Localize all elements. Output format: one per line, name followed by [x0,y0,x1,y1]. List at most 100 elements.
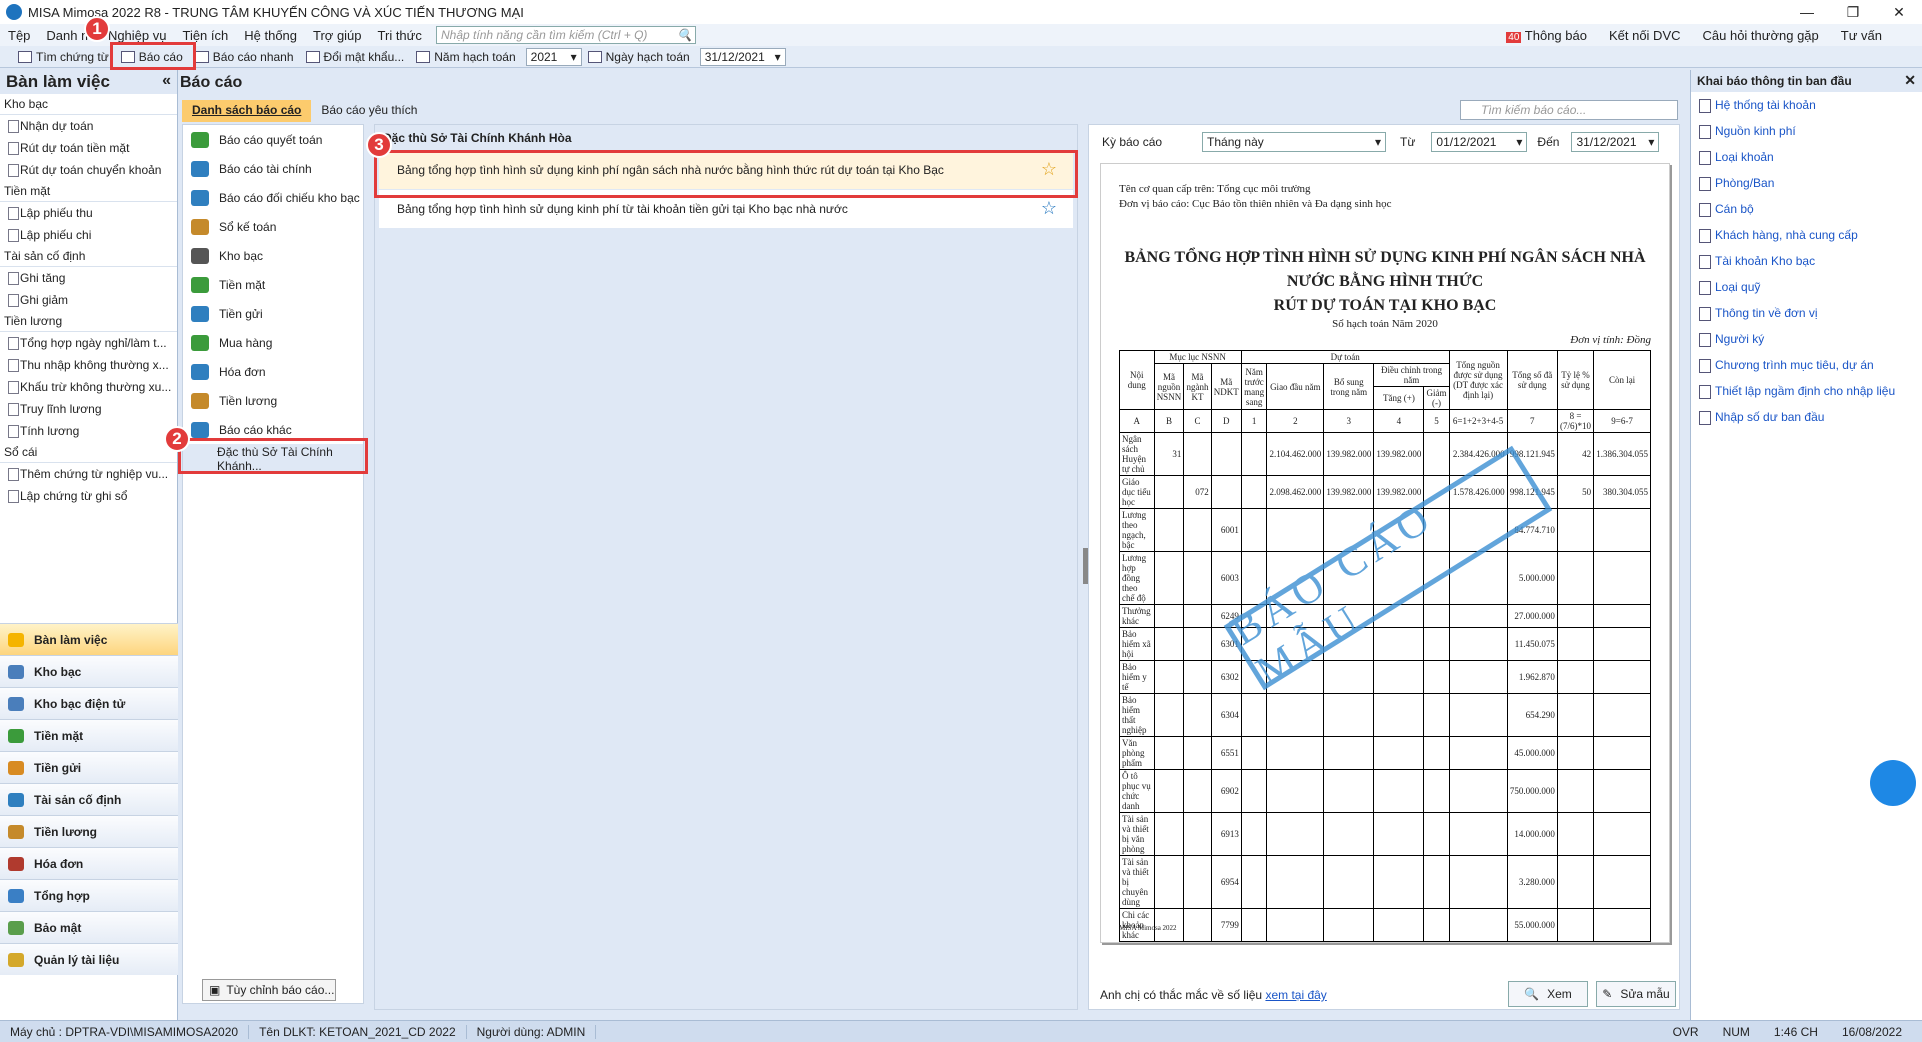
view-report-button[interactable]: 🔍 Xem [1508,981,1588,1007]
tree-item[interactable]: Ghi tăng [0,267,177,289]
nav-module-2[interactable]: Kho bạc điện tử [0,687,178,719]
setup-links: Hệ thống tài khoản Nguồn kinh phí Loại kho… [1691,92,1922,430]
report-category-9[interactable]: Tiền lương [183,386,363,415]
nav-module-6[interactable]: Tiền lương [0,815,178,847]
report-category-4[interactable]: Kho bạc [183,241,363,270]
period-select[interactable]: Tháng này ▾ [1202,132,1387,152]
nav-module-3[interactable]: Tiền mặt [0,719,178,751]
chat-icon[interactable] [1870,760,1916,806]
table-cell [1153,736,1185,770]
tree-item[interactable]: Thêm chứng từ nghiệp vu... [0,463,177,485]
setup-link[interactable]: Nguồn kinh phí [1691,118,1922,144]
table-cell: 6003 [1210,551,1242,605]
setup-link[interactable]: Thông tin về đơn vị [1691,300,1922,326]
setup-link[interactable]: Khách hàng, nhà cung cấp [1691,222,1922,248]
module-icon [8,760,24,775]
tree-item[interactable]: Rút dự toán tiền mặt [0,137,177,159]
acct-date-picker[interactable]: 31/12/2021 ▾ [699,47,786,66]
quick-report-icon [194,50,209,63]
close-icon[interactable]: ✕ [1904,72,1916,89]
report-category-5[interactable]: Tiền mặt [183,270,363,299]
setup-link[interactable]: Thiết lập ngầm định cho nhập liệu [1691,378,1922,404]
workspace-tree: Kho bạc Nhận dự toán Rút dự toán tiền mặt R… [0,94,177,507]
report-category-0[interactable]: Báo cáo quyết toán [183,125,363,154]
table-cell [1240,908,1268,942]
nav-module-4[interactable]: Tiền gửi [0,751,178,783]
change-password-button[interactable]: Đổi mật khẩu... [300,47,411,67]
menu-utilities[interactable]: Tiện ích [174,28,236,43]
setup-link[interactable]: Cán bộ [1691,196,1922,222]
tree-item[interactable]: Khấu trừ không thường xu... [0,376,177,398]
module-icon [8,920,24,935]
tree-item[interactable]: Thu nhập không thường x... [0,354,177,376]
tree-item[interactable]: Lập chứng từ ghi sổ [0,485,177,507]
minimize-icon[interactable]: — [1784,0,1830,24]
setup-link[interactable]: Loại khoản [1691,144,1922,170]
from-date-picker[interactable]: 01/12/2021 ▾ [1431,132,1528,152]
nav-module-label: Bàn làm việc [34,632,108,647]
feature-search-input[interactable]: Nhập tính năng cần tìm kiếm (Ctrl + Q) 🔍 [436,26,696,44]
table-cell [1373,812,1425,856]
menu-knowledge[interactable]: Tri thức [370,28,430,43]
nav-module-5[interactable]: Tài sản cố định [0,783,178,815]
tree-item[interactable]: Rút dự toán chuyển khoản [0,159,177,181]
nav-module-0[interactable]: Bàn làm việc [0,623,178,655]
setup-link[interactable]: Chương trình mục tiêu, dự án [1691,352,1922,378]
tree-item[interactable]: Tính lương [0,420,177,442]
menu-help[interactable]: Trợ giúp [305,28,370,43]
setup-link[interactable]: Phòng/Ban [1691,170,1922,196]
dvc-connect-button[interactable]: Kết nối DVC [1609,28,1681,43]
tree-item[interactable]: Tổng hợp ngày nghỉ/làm t... [0,332,177,354]
tree-item[interactable]: Lập phiếu thu [0,202,177,224]
quick-report-button[interactable]: Báo cáo nhanh [189,47,300,67]
tree-group[interactable]: Tiền mặt [0,181,177,202]
menu-system[interactable]: Hệ thống [236,28,305,43]
faq-button[interactable]: Câu hỏi thường gặp [1703,28,1819,43]
tab-report-list[interactable]: Danh sách báo cáo [182,100,312,122]
currency-unit: Đơn vị tính: Đồng [1570,334,1651,346]
report-search-input[interactable]: Tìm kiếm báo cáo... [1460,100,1678,120]
report-category-3[interactable]: Sổ kế toán [183,212,363,241]
consult-button[interactable]: Tư vấn [1841,28,1882,43]
nav-module-9[interactable]: Bảo mật [0,911,178,943]
setup-link[interactable]: Hệ thống tài khoản [1691,92,1922,118]
report-category-7[interactable]: Mua hàng [183,328,363,357]
tree-item[interactable]: Lập phiếu chi [0,224,177,246]
code-cell: 1 [1240,409,1268,433]
tree-item[interactable]: Ghi giảm [0,289,177,311]
tree-item[interactable]: Truy lĩnh lương [0,398,177,420]
table-cell: 6302 [1210,660,1242,694]
notification-button[interactable]: 40 Thông báo [1506,28,1587,43]
tab-favorite-reports[interactable]: Báo cáo yêu thích [311,100,427,122]
report-category-1[interactable]: Báo cáo tài chính [183,154,363,183]
setup-link[interactable]: Tài khoản Kho bạc [1691,248,1922,274]
close-icon[interactable]: ✕ [1876,0,1922,24]
setup-link[interactable]: Loại quỹ [1691,274,1922,300]
find-voucher-button[interactable]: Tìm chứng từ [12,47,115,67]
collapse-icon[interactable]: « [162,72,171,90]
setup-link[interactable]: Nhập số dư ban đầu [1691,404,1922,430]
setup-link[interactable]: Người ký [1691,326,1922,352]
customize-report-button[interactable]: ▣ Tùy chỉnh báo cáo... [202,979,336,1001]
nav-module-1[interactable]: Kho bạc [0,655,178,687]
report-category-6[interactable]: Tiền gửi [183,299,363,328]
tree-group[interactable]: Kho bạc [0,94,177,115]
tree-group[interactable]: Tài sản cố định [0,246,177,267]
nav-module-7[interactable]: Hóa đơn [0,847,178,879]
report-category-8[interactable]: Hóa đơn [183,357,363,386]
fiscal-year-select[interactable]: 2021 ▾ [525,47,582,66]
tree-group[interactable]: Tiền lương [0,311,177,332]
nav-module-10[interactable]: Quản lý tài liệu [0,943,178,975]
report-category-2[interactable]: Báo cáo đối chiếu kho bạc [183,183,363,212]
nav-module-8[interactable]: Tổng hợp [0,879,178,911]
favorite-star-icon[interactable]: ☆ [1041,198,1057,219]
view-here-link[interactable]: xem tại đây [1265,988,1326,1002]
tree-item[interactable]: Nhận dự toán [0,115,177,137]
restore-icon[interactable]: ❐ [1830,0,1876,24]
menu-file[interactable]: Tệp [0,28,38,43]
to-date-picker[interactable]: 31/12/2021 ▾ [1571,132,1660,152]
edit-template-button[interactable]: ✎ Sửa mẫu [1596,981,1676,1007]
menu-operations[interactable]: Nghiệp vụ [100,28,175,43]
tree-group[interactable]: Sổ cái [0,442,177,463]
search-icon[interactable]: 🔍 [677,28,692,42]
